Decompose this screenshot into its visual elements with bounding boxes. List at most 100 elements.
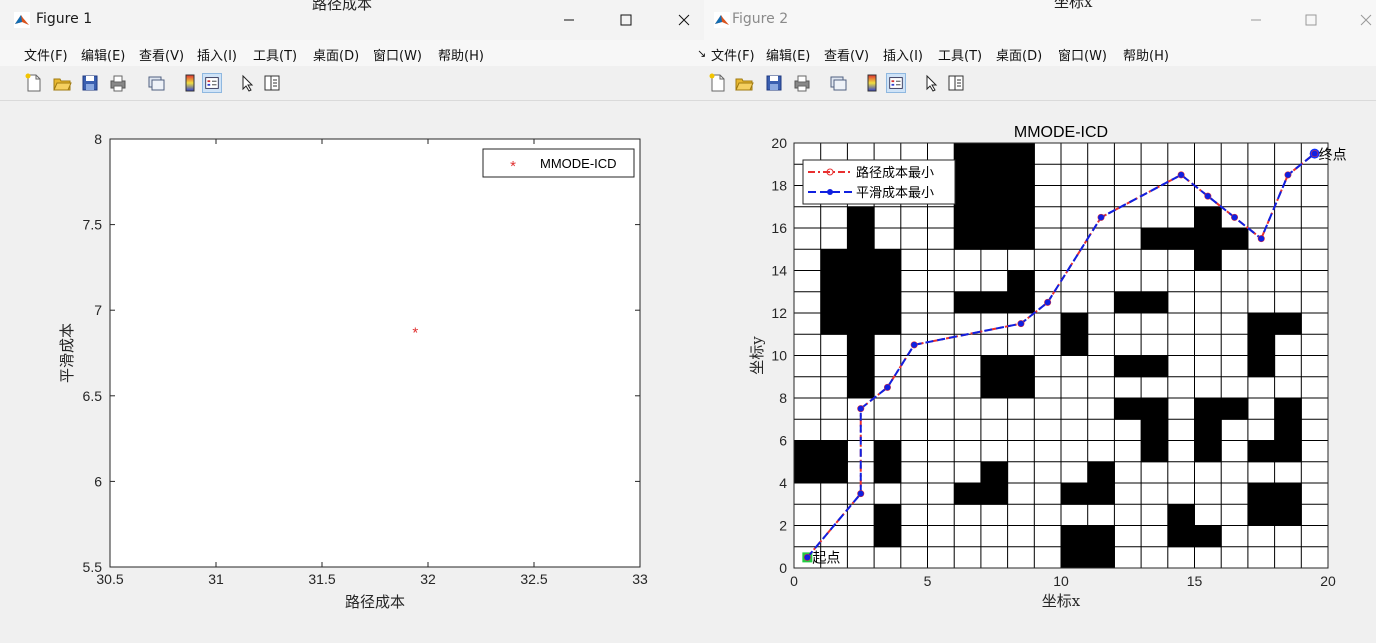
obstacle-cell [954, 228, 982, 250]
obstacle-cell [1194, 206, 1222, 229]
menu-tools[interactable]: 工具(T) [253, 45, 297, 64]
save-icon[interactable] [764, 73, 784, 93]
link-icon[interactable] [146, 73, 166, 93]
menu-window[interactable]: 窗口(W) [373, 45, 422, 64]
y-axis-label: 平滑成本 [58, 323, 76, 383]
save-icon[interactable] [80, 73, 100, 93]
y-tick-label: 10 [771, 348, 787, 364]
obstacle-cell [1087, 461, 1115, 484]
series-point-smooth-cost [911, 341, 918, 348]
pointer-icon[interactable] [238, 73, 258, 93]
close-button[interactable] [1346, 6, 1376, 34]
figure2-plot-area: 0 5 10 15 20 0 2 4 6 8 10 12 14 16 18 20 MMODE-ICD 坐标x 坐标y… [704, 101, 1376, 643]
obstacle-cell [874, 504, 902, 526]
obstacle-cell [1114, 291, 1142, 314]
menu-tools[interactable]: 工具(T) [938, 45, 982, 64]
property-editor-icon[interactable] [262, 73, 282, 93]
series-point-smooth-cost [1231, 214, 1238, 221]
pointer-icon[interactable] [922, 73, 942, 93]
obstacle-cell [1194, 249, 1222, 271]
menu-desktop[interactable]: 桌面(D) [996, 45, 1042, 64]
axes-box [109, 138, 641, 568]
series-point-smooth-cost [1178, 171, 1185, 178]
background-fig-xlabel-overflow: 坐标x [1054, 0, 1093, 11]
obstacle-cell [954, 185, 982, 208]
maximize-icon [620, 14, 632, 26]
menu-edit[interactable]: 编辑(E) [766, 45, 810, 64]
figure2-titlebar[interactable]: Figure 2 [704, 0, 1376, 40]
menu-file[interactable]: 文件(F) [24, 45, 68, 64]
menu-desktop[interactable]: 桌面(D) [313, 45, 359, 64]
x-tick-label: 15 [1187, 573, 1203, 589]
menu-insert[interactable]: 插入(I) [883, 45, 923, 64]
menu-view[interactable]: 查看(V) [139, 45, 184, 64]
menu-edit[interactable]: 编辑(E) [81, 45, 125, 64]
obstacle-cell [980, 355, 1009, 378]
figure2-menubar: 文件(F) 编辑(E) 查看(V) 插入(I) 工具(T) 桌面(D) 窗口(W… [704, 40, 1376, 66]
minimize-button[interactable] [1236, 6, 1276, 34]
obstacle-cell [847, 313, 875, 335]
series-point-smooth-cost [1284, 171, 1291, 178]
obstacle-cell [1007, 376, 1035, 399]
new-figure-icon[interactable] [24, 73, 44, 93]
x-tick-label: 33 [632, 571, 648, 587]
maximize-button[interactable] [606, 6, 646, 34]
obstacle-cell [1141, 419, 1169, 441]
x-tick-label: 20 [1320, 573, 1336, 589]
open-file-icon[interactable] [734, 73, 754, 93]
y-tick-label: 12 [771, 305, 787, 321]
obstacle-cell [980, 461, 1009, 484]
obstacle-cell [874, 270, 902, 293]
obstacle-cell [1194, 419, 1222, 441]
print-icon[interactable] [792, 73, 812, 93]
obstacle-cell [980, 376, 1009, 399]
menu-help[interactable]: 帮助(H) [1123, 45, 1169, 64]
obstacle-cell [1274, 419, 1302, 441]
minimize-button[interactable] [549, 6, 589, 34]
legend-icon[interactable] [202, 73, 222, 93]
obstacle-cell [1167, 525, 1195, 548]
maximize-button[interactable] [1291, 6, 1331, 34]
obstacle-cell [1007, 355, 1035, 378]
obstacle-cell [820, 440, 848, 463]
obstacle-cell [1087, 525, 1115, 548]
obstacle-cell [1221, 398, 1249, 420]
obstacle-cell [874, 525, 902, 548]
obstacle-cell [980, 483, 1009, 505]
menu-view[interactable]: 查看(V) [824, 45, 869, 64]
figure1-scatter-chart: 30.5 31 31.5 32 32.5 335.566.577.58路径成本平滑成本 **… [58, 131, 648, 611]
y-tick-label: 8 [94, 131, 102, 147]
minimize-icon [564, 19, 574, 21]
obstacle-cell [1167, 504, 1195, 526]
legend-marker: * [510, 158, 516, 175]
y-tick-label: 14 [771, 263, 787, 279]
print-icon[interactable] [108, 73, 128, 93]
obstacle-cell [1141, 291, 1169, 314]
obstacle-cell [1247, 355, 1276, 378]
link-icon[interactable] [828, 73, 848, 93]
menu-file[interactable]: 文件(F) [711, 45, 755, 64]
close-icon [1360, 14, 1372, 26]
series-point-smooth-cost [1204, 193, 1211, 200]
close-button[interactable] [664, 6, 704, 34]
new-figure-icon[interactable] [708, 73, 728, 93]
y-tick-label: 7.5 [83, 217, 103, 233]
y-tick-label: 18 [771, 178, 787, 194]
obstacle-cell [1114, 355, 1142, 378]
y-tick-label: 6 [94, 473, 102, 489]
x-tick-label: 32 [420, 571, 436, 587]
maximize-icon [1305, 14, 1317, 26]
open-file-icon[interactable] [52, 73, 72, 93]
series-point-smooth-cost [884, 384, 891, 391]
colorbar-icon[interactable] [180, 73, 200, 93]
menu-insert[interactable]: 插入(I) [197, 45, 237, 64]
menu-help[interactable]: 帮助(H) [438, 45, 484, 64]
menu-window[interactable]: 窗口(W) [1058, 45, 1107, 64]
obstacle-cell [874, 291, 902, 314]
property-editor-icon[interactable] [946, 73, 966, 93]
colorbar-icon[interactable] [862, 73, 882, 93]
obstacle-cell [847, 376, 875, 399]
figure1-menubar: 文件(F) 编辑(E) 查看(V) 插入(I) 工具(T) 桌面(D) 窗口(W… [0, 40, 714, 66]
menubar-overflow-arrow-icon: ↘ [697, 47, 707, 60]
legend-icon[interactable] [886, 73, 906, 93]
